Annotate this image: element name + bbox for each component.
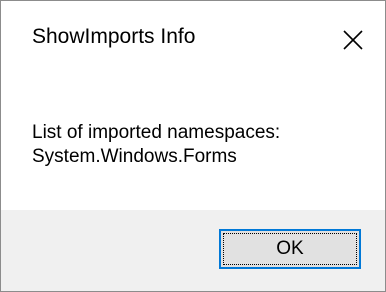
message-line-2: System.Windows.Forms <box>32 146 237 167</box>
title-bar[interactable]: ShowImports Info <box>1 1 385 81</box>
message-line-1: List of imported namespaces: <box>32 122 281 143</box>
ok-button[interactable]: OK <box>219 229 361 269</box>
message-box-dialog: ShowImports Info List of imported namesp… <box>0 0 386 292</box>
close-icon <box>343 30 363 50</box>
ok-button-label: OK <box>223 233 357 265</box>
close-button[interactable] <box>321 1 385 79</box>
button-bar: OK <box>1 210 385 291</box>
window-title: ShowImports Info <box>32 25 196 48</box>
message-text: List of imported namespaces: System.Wind… <box>32 121 280 169</box>
message-area: List of imported namespaces: System.Wind… <box>1 81 385 210</box>
